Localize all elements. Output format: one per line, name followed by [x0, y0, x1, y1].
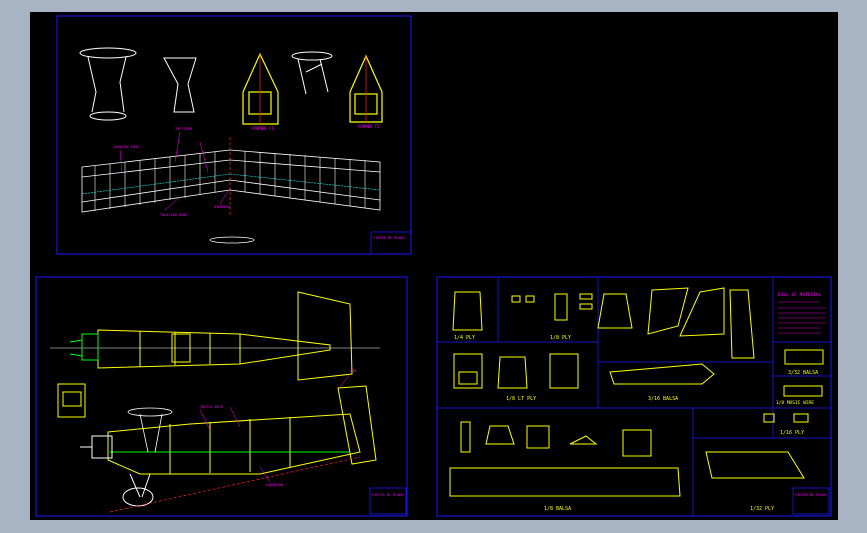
front-former-view	[57, 383, 86, 418]
svg-text:FIN: FIN	[350, 369, 356, 373]
label-ply-116: 1/16 PLY	[780, 430, 804, 436]
sheet-wing-frame	[56, 15, 412, 255]
bill-of-material: BILL OF MATERIAL	[778, 292, 826, 334]
cad-viewport[interactable]: FORMER F1 FORMER F2 TOP SPAR LEADING EDG…	[30, 12, 838, 520]
label-ply-18: 1/8 PLY	[550, 335, 571, 341]
parts-grid	[437, 277, 831, 516]
svg-text:TURTLE DECK: TURTLE DECK	[200, 405, 224, 409]
label-balsa-316: 3/16 BALSA	[648, 396, 678, 402]
fuselage-side-view	[107, 385, 377, 475]
svg-text:TRAILING EDGE: TRAILING EDGE	[160, 213, 187, 217]
fuselage-top-view	[97, 291, 353, 381]
label-ply-132: 1/32 PLY	[750, 506, 774, 512]
svg-text:FORMER F1: FORMER F1	[252, 126, 274, 131]
cabane-side	[139, 413, 163, 453]
title-block	[792, 487, 830, 515]
sheet-wing: FORMER F1 FORMER F2 TOP SPAR LEADING EDG…	[56, 15, 412, 255]
cabane-strut-front-view	[79, 47, 137, 121]
label-music-wire: 1/8 MUSIC WIRE	[776, 400, 814, 406]
title-block-text: FIESTA RC PLANS	[372, 493, 404, 497]
engine-side-view	[80, 435, 113, 459]
label-balsa-18: 1/8 BALSA	[544, 506, 571, 512]
parts-outlines	[449, 287, 824, 497]
label-balsa-332: 3/32 BALSA	[788, 370, 818, 376]
fuselage-former-b	[349, 54, 383, 123]
cabane-strut-side-view	[163, 57, 197, 113]
landing-gear	[122, 473, 154, 507]
fuselage-callouts	[199, 373, 351, 483]
sheet-parts: 1/4 PLY 1/8 PLY 1/8 LT PLY 3/16 BALSA 3/…	[436, 276, 832, 517]
label-ply-14: 1/4 PLY	[454, 335, 475, 341]
sheet-fuselage-frame	[35, 276, 408, 517]
title-block-text: FIESTA RC PLANS	[795, 493, 827, 497]
label-lt-ply: 1/8 LT PLY	[506, 396, 536, 402]
svg-text:FORMER F2: FORMER F2	[358, 124, 380, 129]
svg-text:DIHEDRAL: DIHEDRAL	[214, 205, 231, 209]
sheet-parts-frame	[436, 276, 832, 517]
svg-text:TOP SPAR: TOP SPAR	[175, 127, 193, 131]
cabane-wire-view	[291, 51, 333, 95]
sheet-fuselage: TURTLE DECK LONGERON FIN FIESTA RC PLANS	[35, 276, 408, 517]
fuselage-former-a	[242, 52, 279, 125]
engine-top-view	[69, 333, 99, 361]
title-block-text: FIESTA RC PLANS	[373, 236, 405, 240]
svg-text:LEADING EDGE: LEADING EDGE	[114, 145, 139, 149]
svg-text:LONGERON: LONGERON	[266, 483, 283, 487]
wing-airfoil-section	[209, 236, 255, 244]
title-block	[369, 487, 407, 515]
bom-title: BILL OF MATERIAL	[778, 292, 822, 298]
wing-on-side-view	[127, 407, 173, 417]
